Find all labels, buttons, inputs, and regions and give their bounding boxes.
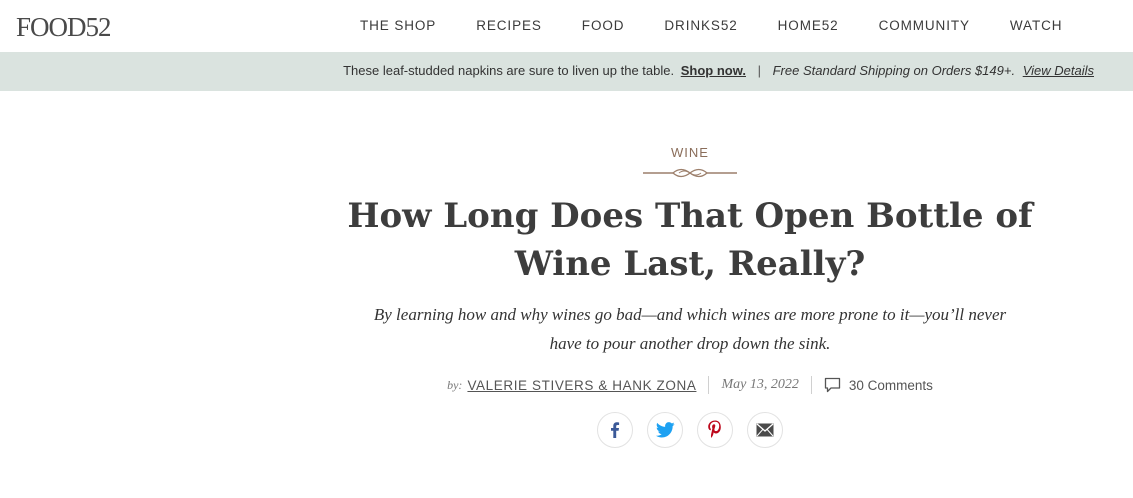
article-subtitle: By learning how and why wines go bad—and… [373, 305, 1007, 353]
share-email-button[interactable] [747, 412, 783, 448]
twitter-icon [655, 422, 675, 438]
nav-food[interactable]: FOOD [582, 18, 625, 33]
facebook-icon [611, 422, 620, 438]
email-icon [756, 423, 774, 437]
byline: by: VALERIE STIVERS & HANK ZONA May 13, … [340, 376, 1040, 394]
byline-divider [810, 376, 812, 394]
comments-count: 30 Comments [848, 377, 933, 393]
shipping-message: Free Standard Shipping on Orders $149+. [772, 63, 1016, 78]
title-line-2: Wine Last, Really? [514, 244, 866, 284]
ornament-divider-icon [643, 168, 737, 178]
promo-banner: These leaf-studded napkins are sure to l… [0, 52, 1133, 91]
nav-watch[interactable]: WATCH [1010, 18, 1063, 33]
main-nav: THE SHOP RECIPES FOOD DRINKS52 HOME52 CO… [340, 18, 1062, 33]
share-buttons [340, 412, 1040, 448]
comments-link[interactable]: 30 Comments [824, 377, 933, 393]
comment-icon [824, 377, 840, 393]
nav-home52[interactable]: HOME52 [778, 18, 839, 33]
category-link[interactable]: WINE [340, 145, 1040, 160]
share-pinterest-button[interactable] [697, 412, 733, 448]
food52-logo[interactable]: FOOD52 [16, 12, 112, 43]
pinterest-icon [708, 420, 721, 438]
shop-now-link[interactable]: Shop now. [681, 63, 746, 78]
title-line-1: How Long Does That Open Bottle of [347, 196, 1033, 236]
share-facebook-button[interactable] [597, 412, 633, 448]
nav-recipes[interactable]: RECIPES [476, 18, 542, 33]
top-navigation: FOOD52 THE SHOP RECIPES FOOD DRINKS52 HO… [0, 0, 1133, 52]
promo-separator: | [757, 63, 761, 78]
view-details-link[interactable]: View Details [1023, 63, 1094, 78]
nav-the-shop[interactable]: THE SHOP [360, 18, 436, 33]
publish-date: May 13, 2022 [721, 377, 799, 392]
promo-content: These leaf-studded napkins are sure to l… [343, 63, 1094, 78]
share-twitter-button[interactable] [647, 412, 683, 448]
by-prefix: by: [447, 377, 463, 392]
nav-drinks52[interactable]: DRINKS52 [664, 18, 737, 33]
author-names[interactable]: VALERIE STIVERS & HANK ZONA [467, 378, 696, 393]
article-header: WINE How Long Does That Open Bottle of W… [340, 130, 1040, 448]
article-title: How Long Does That Open Bottle of Wine L… [340, 192, 1040, 288]
promo-message: These leaf-studded napkins are sure to l… [343, 63, 675, 78]
nav-community[interactable]: COMMUNITY [879, 18, 970, 33]
byline-divider [708, 376, 710, 394]
